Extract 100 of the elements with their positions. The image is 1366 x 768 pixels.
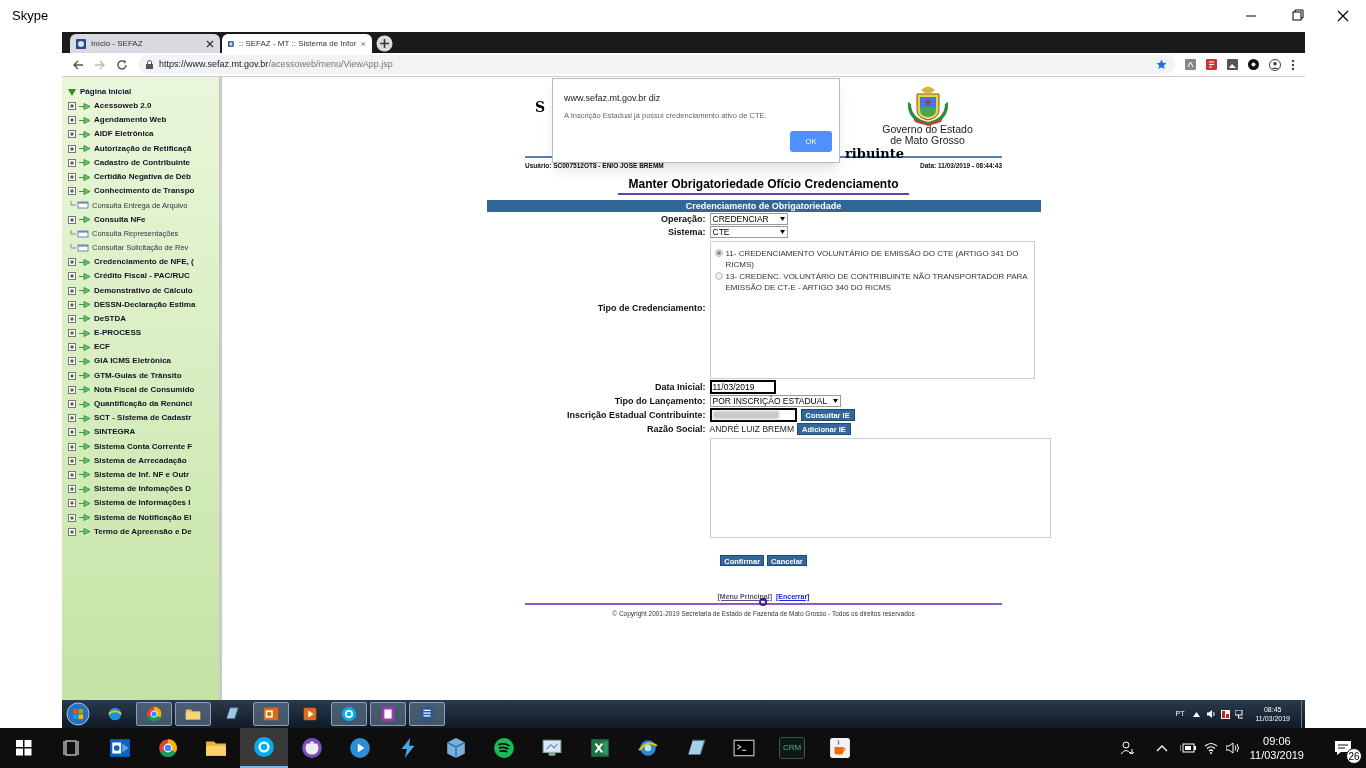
plus-box-icon[interactable] <box>68 158 76 167</box>
battery-icon[interactable] <box>1179 742 1196 754</box>
tree-item[interactable]: Conhecimento de Transpo <box>94 185 195 198</box>
plus-box-icon[interactable] <box>68 513 76 522</box>
tree-item[interactable]: Sistema de Notificação El <box>94 511 192 524</box>
tree-item[interactable]: Nota Fiscal de Consumido <box>94 383 195 396</box>
tree-item[interactable]: Termo de Apreensão e De <box>94 525 192 538</box>
tree-item[interactable]: Demonstrativo de Cálculo <box>94 284 193 297</box>
plus-box-icon[interactable] <box>68 385 76 394</box>
plus-box-icon[interactable] <box>68 499 76 508</box>
extension-icon[interactable] <box>1185 59 1196 70</box>
plus-box-icon[interactable] <box>68 442 76 451</box>
back-icon[interactable] <box>72 58 84 71</box>
tree-item[interactable]: Consulta NFe <box>94 213 146 226</box>
taskbar-button[interactable] <box>331 702 367 726</box>
tree-item[interactable]: Acessoweb 2.0 <box>94 100 152 113</box>
tree-item[interactable]: Sistema de Arrecadação <box>94 454 187 467</box>
plus-box-icon[interactable] <box>68 456 76 465</box>
new-tab-icon[interactable] <box>376 35 393 52</box>
dropdown[interactable]: CTE <box>709 225 788 238</box>
address-field[interactable]: https://www.sefaz.mt.gov.br/acessoweb/menu/ViewApp.jsp <box>138 55 1175 74</box>
plus-box-icon[interactable] <box>68 485 76 494</box>
dropdown[interactable]: POR INSCRIÇÃO ESTADUAL <box>709 394 841 407</box>
notification-count: 26 <box>1346 748 1362 764</box>
tree-item[interactable]: Sistema de Infomações D <box>94 483 191 496</box>
plus-box-icon[interactable] <box>68 357 76 366</box>
taskbar-button[interactable] <box>240 728 288 768</box>
image-icon[interactable] <box>1227 59 1238 70</box>
plus-box-icon[interactable] <box>68 400 76 409</box>
plus-box-icon[interactable] <box>68 286 76 295</box>
volume-icon[interactable] <box>1207 710 1217 718</box>
plus-box-icon[interactable] <box>68 470 76 479</box>
tree-item[interactable]: SCT - Sistema de Cadastr <box>94 412 192 425</box>
network-icon[interactable] <box>1235 709 1245 719</box>
tree-item[interactable]: DESSN-Declaração Estima <box>94 298 196 311</box>
tree-item[interactable]: SINTEGRA <box>94 426 136 439</box>
plus-box-icon[interactable] <box>68 343 76 352</box>
field-value: ANDRÉ LUIZ BREMM <box>709 422 795 436</box>
tree-item[interactable]: AIDF Eletrônica <box>94 128 154 141</box>
chevron-up-icon[interactable] <box>1155 744 1168 752</box>
star-icon[interactable] <box>1156 59 1167 70</box>
tree-item[interactable]: Crédito Fiscal - PAC/RUC <box>94 270 190 283</box>
tree-item[interactable]: GIA ICMS Eletrônica <box>94 355 172 368</box>
government-name: de Mato Grosso <box>890 135 965 146</box>
tree-item[interactable]: Página Inicial <box>80 86 132 98</box>
browser-icon <box>145 705 163 723</box>
taskbar-button[interactable]: CRM <box>768 728 816 768</box>
tree-item[interactable]: Sistema de Informações I <box>94 497 191 510</box>
tree-item[interactable]: GTM-Guias de Trânsito <box>94 369 182 382</box>
tree-item[interactable]: Cadastro de Contribuinte <box>94 156 190 169</box>
plus-box-icon[interactable] <box>68 130 76 139</box>
record-icon[interactable] <box>1248 59 1259 70</box>
plus-box-icon[interactable] <box>68 371 76 380</box>
close-icon[interactable] <box>206 39 214 48</box>
person-icon[interactable] <box>1119 740 1136 756</box>
tree-item[interactable]: Certidão Negativa de Déb <box>94 171 191 184</box>
tree-item[interactable]: ECF <box>94 341 110 354</box>
radio-button[interactable] <box>714 271 723 280</box>
document-icon[interactable] <box>1206 59 1217 70</box>
radio-button[interactable] <box>714 248 723 257</box>
volume-icon[interactable] <box>1225 742 1240 754</box>
flag-icon[interactable] <box>1221 709 1231 719</box>
plus-box-icon[interactable] <box>68 102 76 111</box>
plus-box-icon[interactable] <box>68 428 76 437</box>
tree-item[interactable]: Agendamento Web <box>94 114 167 127</box>
browser-tab[interactable]: Início - SEFAZ <box>70 34 220 53</box>
wifi-icon[interactable] <box>1203 742 1218 754</box>
plus-box-icon[interactable] <box>68 116 76 125</box>
tree-item[interactable]: Sistema Conta Corrente F <box>94 440 193 453</box>
start-orb-icon[interactable] <box>66 702 90 726</box>
clock-time[interactable]: 09:06 <box>1263 734 1291 748</box>
plus-box-icon[interactable] <box>68 300 76 309</box>
text-field[interactable] <box>709 407 797 422</box>
tree-item[interactable]: E-PROCESS <box>94 327 142 340</box>
plus-box-icon[interactable] <box>68 329 76 338</box>
taskbar-button[interactable] <box>253 702 289 726</box>
plus-box-icon[interactable] <box>68 258 76 267</box>
plus-box-icon[interactable] <box>68 314 76 323</box>
plus-box-icon[interactable] <box>68 215 76 224</box>
text-field[interactable]: 11/03/2019 <box>709 379 776 394</box>
tree-item[interactable]: Autorização de Retificaçã <box>94 142 192 155</box>
profile-icon[interactable] <box>1269 58 1281 71</box>
tree-item[interactable]: Quantificação da Renúnci <box>94 398 193 411</box>
taskbar-button[interactable] <box>370 702 406 726</box>
plus-box-icon[interactable] <box>68 272 76 281</box>
plus-box-icon[interactable] <box>68 414 76 423</box>
expanded-arrow-icon[interactable] <box>68 88 76 96</box>
reload-icon[interactable] <box>116 58 128 71</box>
plus-box-icon[interactable] <box>68 187 76 196</box>
plus-box-icon[interactable] <box>68 173 76 182</box>
dropdown[interactable]: CREDENCIAR <box>709 212 788 225</box>
tree-item[interactable]: DeSTDA <box>94 312 126 325</box>
browser-tab[interactable]: :: SEFAZ - MT :: Sistema de Infor <box>222 34 372 53</box>
tree-item[interactable]: Credenciamento de NFE, ( <box>94 256 194 269</box>
plus-box-icon[interactable] <box>68 527 76 536</box>
more-menu-icon[interactable] <box>1291 58 1295 71</box>
caret-icon[interactable] <box>1193 711 1201 717</box>
clock-date[interactable]: 11/03/2019 <box>1249 748 1304 762</box>
plus-box-icon[interactable] <box>68 144 76 153</box>
tree-item[interactable]: Sistema de Inf. NF e Outr <box>94 468 190 481</box>
